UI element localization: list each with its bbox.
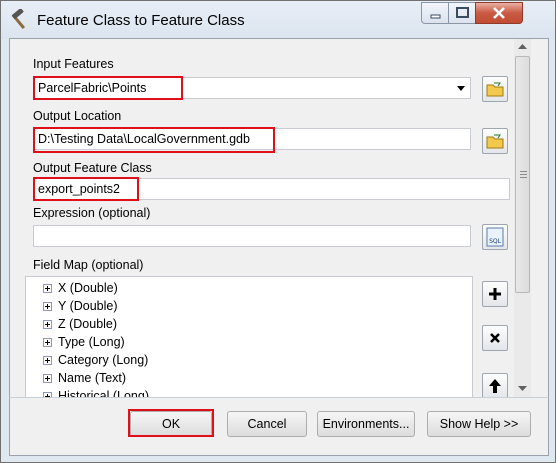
expand-icon[interactable]: [43, 355, 52, 365]
field-map-item-label: Name (Text): [58, 371, 127, 385]
expression-input[interactable]: [33, 225, 471, 247]
arrow-up-icon: [489, 379, 501, 393]
expand-icon[interactable]: [43, 283, 52, 293]
delete-field-button[interactable]: [482, 325, 508, 351]
minimize-button[interactable]: [421, 2, 449, 24]
field-map-item[interactable]: Z (Double): [26, 315, 472, 333]
sql-icon-label: SQL: [489, 238, 502, 245]
sql-button[interactable]: SQL: [482, 224, 508, 250]
plus-icon: [489, 288, 501, 300]
scroll-down-button[interactable]: [514, 380, 531, 397]
move-up-button[interactable]: [482, 373, 508, 399]
field-map-item[interactable]: X (Double): [26, 279, 472, 297]
output-location-highlight: [33, 127, 275, 153]
dialog-footer: OK Cancel Environments... Show Help >>: [9, 397, 549, 456]
minimize-icon: [430, 14, 441, 19]
field-map-item-label: Z (Double): [58, 317, 118, 331]
maximize-icon: [456, 7, 469, 18]
field-map-item-label: Type (Long): [58, 335, 125, 349]
field-map-item-label: Category (Long): [58, 353, 149, 367]
field-map-tree[interactable]: X (Double) Y (Double) Z (Double) Type (L…: [25, 276, 473, 398]
expand-icon[interactable]: [43, 337, 52, 347]
field-map-label: Field Map (optional): [33, 258, 144, 272]
dialog-window: Feature Class to Feature Class Input Fea…: [0, 0, 556, 463]
environments-button[interactable]: Environments...: [317, 411, 415, 437]
expand-icon[interactable]: [43, 301, 52, 311]
window-title: Feature Class to Feature Class: [37, 12, 245, 29]
folder-icon: [486, 82, 504, 97]
browse-location-button[interactable]: [482, 128, 508, 154]
field-map-item[interactable]: Type (Long): [26, 333, 472, 351]
title-bar[interactable]: Feature Class to Feature Class: [1, 1, 555, 39]
vertical-scrollbar[interactable]: [514, 39, 531, 397]
input-features-label: Input Features: [33, 57, 114, 71]
expand-icon[interactable]: [43, 319, 52, 329]
folder-icon: [486, 134, 504, 149]
chevron-down-icon: [518, 386, 527, 391]
hammer-icon: [9, 8, 31, 31]
field-map-item[interactable]: Name (Text): [26, 369, 472, 387]
field-map-item-label: X (Double): [58, 281, 118, 295]
add-field-button[interactable]: [482, 281, 508, 307]
browse-input-button[interactable]: [482, 76, 508, 102]
output-feature-class-label: Output Feature Class: [33, 161, 152, 175]
show-help-button[interactable]: Show Help >>: [427, 411, 531, 437]
maximize-button[interactable]: [448, 2, 476, 24]
chevron-down-icon[interactable]: [453, 79, 469, 97]
chevron-up-icon: [518, 44, 527, 49]
cancel-button[interactable]: Cancel: [227, 411, 307, 437]
input-features-highlight: [33, 76, 183, 100]
expand-icon[interactable]: [43, 373, 52, 383]
sql-icon: SQL: [486, 227, 504, 247]
field-map-item-label: Y (Double): [58, 299, 118, 313]
output-feature-class-highlight: [33, 177, 139, 201]
output-location-label: Output Location: [33, 109, 122, 123]
close-icon: [493, 7, 505, 19]
scroll-up-button[interactable]: [514, 39, 531, 56]
scrollbar-thumb[interactable]: [515, 56, 530, 293]
field-map-item[interactable]: Category (Long): [26, 351, 472, 369]
close-button[interactable]: [475, 2, 523, 24]
expression-label: Expression (optional): [33, 206, 151, 220]
ok-button-highlight: [128, 409, 214, 437]
field-map-item[interactable]: Y (Double): [26, 297, 472, 315]
delete-icon: [490, 333, 500, 343]
